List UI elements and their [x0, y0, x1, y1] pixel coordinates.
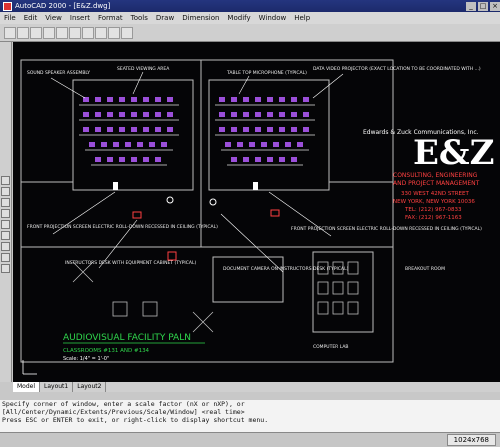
minimize-button[interactable]: _ [466, 1, 476, 11]
label-computer-lab: COMPUTER LAB [313, 344, 349, 350]
copy-icon[interactable] [82, 26, 94, 39]
undo-icon[interactable] [108, 26, 120, 39]
label-table-microphone: TABLE TOP MICROPHONE (TYPICAL) [226, 70, 307, 76]
preview-icon[interactable] [56, 26, 68, 39]
maximize-button[interactable]: □ [478, 1, 488, 11]
seating-left [83, 97, 173, 162]
open-icon[interactable] [17, 26, 29, 39]
title-block: E&Z Edwards & Zuck Communications, Inc. … [63, 129, 494, 362]
command-line[interactable]: Specify corner of window, enter a scale … [0, 400, 500, 432]
layout-tabs: Model Layout1 Layout2 [13, 382, 500, 392]
rectangle-icon[interactable] [1, 198, 10, 207]
command-line-2: [All/Center/Dynamic/Extents/Previous/Sca… [2, 408, 245, 416]
paste-icon[interactable] [95, 26, 107, 39]
company-name: Edwards & Zuck Communications, Inc. [363, 129, 479, 136]
label-sound-speaker: SOUND SPEAKER ASSEMBLY [27, 70, 90, 76]
seating-right [219, 97, 309, 162]
polyline-icon[interactable] [1, 187, 10, 196]
label-breakout-room: BREAKOUT ROOM [405, 266, 445, 272]
company-services-1: CONSULTING, ENGINEERING [393, 172, 478, 179]
company-address-1: 330 WEST 42ND STREET [401, 191, 469, 197]
autocad-app-icon[interactable] [3, 1, 12, 11]
new-icon[interactable] [4, 26, 16, 39]
arc-icon[interactable] [1, 209, 10, 218]
company-logo: E&Z [413, 133, 494, 173]
cut-icon[interactable] [69, 26, 81, 39]
tab-model[interactable]: Model [13, 382, 41, 392]
menu-format[interactable]: Format [94, 14, 127, 22]
menu-tools[interactable]: Tools [127, 14, 152, 22]
menu-file[interactable]: File [0, 14, 20, 22]
menu-bar: File Edit View Insert Format Tools Draw … [0, 12, 500, 24]
label-front-screen-right: FRONT PROJECTION SCREEN ELECTRIC ROLL-DO… [291, 226, 482, 232]
label-front-screen-left: FRONT PROJECTION SCREEN ELECTRIC ROLL-DO… [27, 224, 218, 230]
hatch-icon[interactable] [1, 253, 10, 262]
company-phone: TEL: (212) 967-0833 [404, 207, 462, 213]
label-document-camera: DOCUMENT CAMERA ON INSTRUCTORS DESK (TYP… [223, 266, 349, 272]
menu-draw[interactable]: Draw [152, 14, 178, 22]
walls [20, 59, 394, 363]
company-address-2: NEW YORK, NEW YORK 10036 [393, 199, 475, 205]
menu-help[interactable]: Help [290, 14, 314, 22]
draw-toolbar [0, 42, 12, 382]
close-button[interactable]: × [490, 1, 500, 11]
title-bar: AutoCAD 2000 - [E&Z.dwg] _ □ × [0, 0, 500, 12]
plan-scale: Scale: 1/4" = 1'-0" [63, 356, 109, 362]
plan-subtitle: CLASSROOMS #131 AND #134 [63, 348, 150, 354]
spline-icon[interactable] [1, 231, 10, 240]
window-title: AutoCAD 2000 - [E&Z.dwg] [15, 2, 111, 10]
print-icon[interactable] [43, 26, 55, 39]
menu-dimension[interactable]: Dimension [178, 14, 223, 22]
menu-insert[interactable]: Insert [66, 14, 94, 22]
menu-modify[interactable]: Modify [223, 14, 254, 22]
tab-layout2[interactable]: Layout2 [73, 382, 107, 392]
status-bar: 1024x768 [0, 432, 500, 447]
floor-plan-svg: SOUND SPEAKER ASSEMBLY SEATED VIEWING AR… [20, 59, 494, 375]
label-seated-viewing: SEATED VIEWING AREA [117, 66, 170, 72]
menu-window[interactable]: Window [255, 14, 291, 22]
leader-lines [50, 71, 344, 273]
equipment-marks [113, 182, 280, 261]
line-icon[interactable] [1, 176, 10, 185]
menu-view[interactable]: View [41, 14, 66, 22]
text-icon[interactable] [1, 264, 10, 273]
menu-edit[interactable]: Edit [20, 14, 42, 22]
redo-icon[interactable] [121, 26, 133, 39]
standard-toolbar [0, 24, 500, 42]
command-line-3: Press ESC or ENTER to exit, or right-cli… [2, 416, 269, 424]
autocad-window: AutoCAD 2000 - [E&Z.dwg] _ □ × File Edit… [0, 0, 500, 447]
tab-layout1[interactable]: Layout1 [40, 382, 74, 392]
circle-icon[interactable] [1, 220, 10, 229]
command-line-1: Specify corner of window, enter a scale … [2, 400, 245, 408]
label-instructor-desk: INSTRUCTORS DESK WITH EQUIPMENT CABINET … [65, 260, 196, 266]
save-icon[interactable] [30, 26, 42, 39]
company-fax: FAX: (212) 967-1163 [405, 215, 462, 221]
label-data-projector: DATA VIDEO PROJECTOR (EXACT LOCATION TO … [313, 66, 481, 72]
plan-title: AUDIOVISUAL FACILITY PALN [63, 333, 191, 343]
coordinate-readout: 1024x768 [446, 434, 496, 446]
lower-furniture [72, 261, 359, 333]
ellipse-icon[interactable] [1, 242, 10, 251]
company-services-2: AND PROJECT MANAGEMENT [393, 180, 480, 187]
drawing-canvas[interactable]: SOUND SPEAKER ASSEMBLY SEATED VIEWING AR… [13, 42, 500, 382]
